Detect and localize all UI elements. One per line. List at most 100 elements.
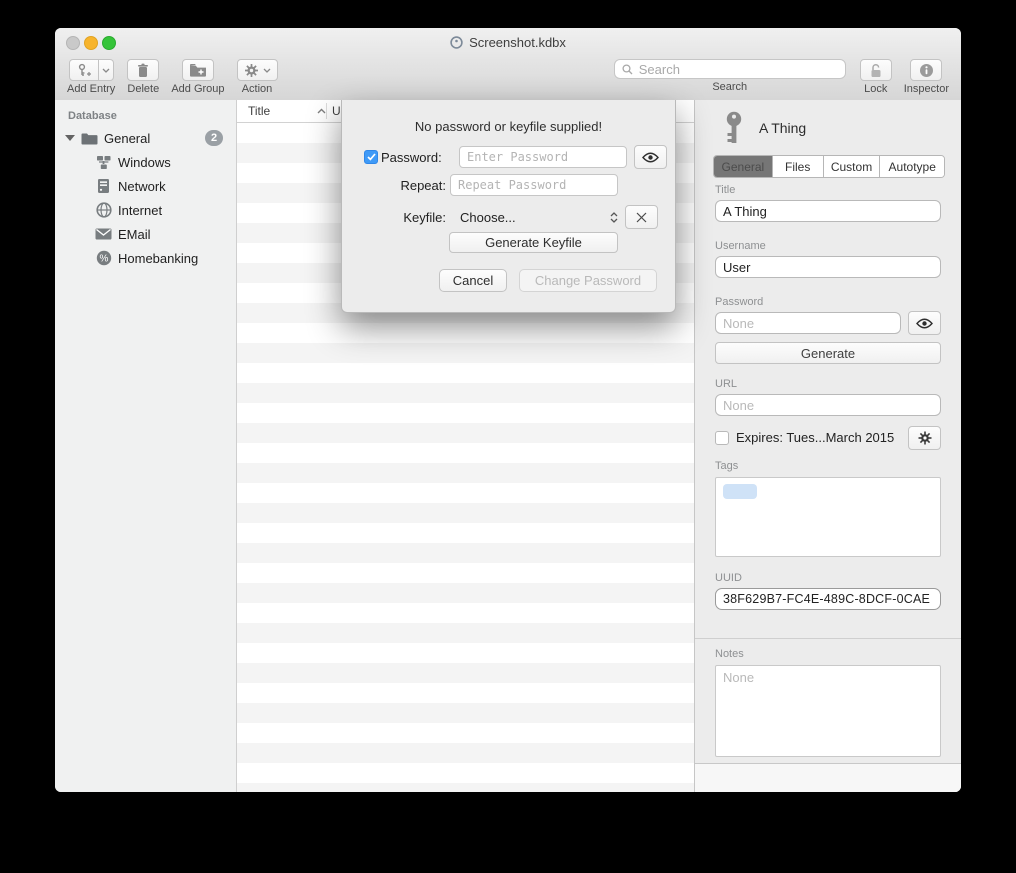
key-plus-icon <box>76 63 92 78</box>
tab-general[interactable]: General <box>714 156 773 177</box>
envelope-icon <box>95 226 112 243</box>
folder-icon <box>81 130 98 147</box>
dialog-show-password-button[interactable] <box>634 145 667 169</box>
tab-custom[interactable]: Custom <box>824 156 881 177</box>
dialog-repeat-label: Repeat: <box>342 178 446 193</box>
uuid-field[interactable] <box>715 588 941 610</box>
sidebar-item-label: Windows <box>118 155 171 170</box>
lock-button[interactable] <box>860 59 892 81</box>
globe-icon <box>95 202 112 219</box>
document-icon <box>450 36 463 49</box>
password-checkbox[interactable] <box>364 150 378 164</box>
inspector-toggle-group: Inspector <box>904 56 949 95</box>
title-field-label: Title <box>715 184 735 196</box>
dialog-repeat-input[interactable] <box>450 174 618 196</box>
gear-icon <box>244 63 259 78</box>
search-input[interactable] <box>637 61 838 78</box>
generate-password-button[interactable]: Generate <box>715 342 941 364</box>
expires-row: Expires: Tues...March 2015 <box>715 430 894 445</box>
lock-label: Lock <box>864 83 887 95</box>
titlebar[interactable]: Screenshot.kdbx <box>55 28 961 56</box>
tags-label: Tags <box>715 460 738 472</box>
toolbar: Add Entry Delete Add Group <box>55 56 961 100</box>
svg-text:%: % <box>99 253 108 264</box>
app-window: Screenshot.kdbx Add Ent <box>55 28 961 792</box>
tab-files[interactable]: Files <box>773 156 824 177</box>
window-title: Screenshot.kdbx <box>469 35 566 50</box>
clear-keyfile-button[interactable] <box>625 205 658 229</box>
search-field[interactable] <box>614 59 846 79</box>
inspector-footer <box>695 763 961 792</box>
sort-ascending-icon <box>317 108 326 114</box>
cancel-button[interactable]: Cancel <box>439 269 507 292</box>
url-field[interactable] <box>715 394 941 416</box>
key-icon <box>723 111 745 145</box>
inspector-tabs: General Files Custom Autotype <box>713 155 945 178</box>
close-x-icon <box>636 212 647 223</box>
sidebar-item-label: EMail <box>118 227 151 242</box>
show-password-button[interactable] <box>908 311 941 335</box>
expires-settings-button[interactable] <box>908 426 941 450</box>
expires-checkbox[interactable] <box>715 431 729 445</box>
sidebar-item-internet[interactable]: Internet <box>55 198 236 222</box>
column-header-title[interactable]: Title <box>237 104 326 118</box>
sidebar-item-label: Homebanking <box>118 251 198 266</box>
url-field-label: URL <box>715 378 737 390</box>
server-icon <box>95 178 112 195</box>
expires-label: Expires: Tues...March 2015 <box>736 430 894 445</box>
search-label: Search <box>712 81 747 93</box>
windows-network-icon <box>95 154 112 171</box>
tags-box[interactable] <box>715 477 941 557</box>
dialog-password-label: Password: <box>381 150 457 165</box>
search-icon <box>622 64 633 75</box>
sidebar-item-homebanking[interactable]: % Homebanking <box>55 246 236 270</box>
sidebar-item-general[interactable]: General 2 <box>55 126 236 150</box>
add-entry-button[interactable] <box>69 59 99 81</box>
add-group-button[interactable] <box>182 59 214 81</box>
notes-field[interactable] <box>715 665 941 757</box>
generate-keyfile-button[interactable]: Generate Keyfile <box>449 232 618 253</box>
sidebar-item-email[interactable]: EMail <box>55 222 236 246</box>
sidebar-item-network[interactable]: Network <box>55 174 236 198</box>
dialog-password-input[interactable] <box>459 146 627 168</box>
password-field-label: Password <box>715 296 763 308</box>
keyfile-popup[interactable]: Choose... <box>460 210 618 225</box>
inspector-button[interactable] <box>910 59 942 81</box>
tag-pill[interactable] <box>723 484 757 499</box>
chevron-down-icon <box>102 68 110 73</box>
entry-header: A Thing <box>723 110 806 146</box>
sidebar: Database General 2 Windows Network <box>55 100 237 792</box>
lock-group: Lock <box>860 56 892 95</box>
sidebar-item-windows[interactable]: Windows <box>55 150 236 174</box>
sidebar-item-label: Internet <box>118 203 162 218</box>
percent-icon: % <box>95 250 112 267</box>
password-field[interactable] <box>715 312 901 334</box>
unlock-icon <box>869 63 883 78</box>
action-group: Action <box>237 56 278 95</box>
eye-icon <box>642 152 659 163</box>
eye-icon <box>916 318 933 329</box>
title-field[interactable] <box>715 200 941 222</box>
keyfile-popup-value: Choose... <box>460 210 516 225</box>
username-field[interactable] <box>715 256 941 278</box>
tab-autotype[interactable]: Autotype <box>880 156 944 177</box>
sidebar-item-label: Network <box>118 179 166 194</box>
entry-count-badge: 2 <box>205 130 223 146</box>
sidebar-section-header: Database <box>55 100 236 126</box>
add-group-group: Add Group <box>171 56 224 95</box>
window-chrome: Screenshot.kdbx Add Ent <box>55 28 961 101</box>
delete-button[interactable] <box>127 59 159 81</box>
change-password-button[interactable]: Change Password <box>519 269 657 292</box>
delete-label: Delete <box>127 83 159 95</box>
dialog-keyfile-label: Keyfile: <box>342 210 446 225</box>
uuid-label: UUID <box>715 572 742 584</box>
disclosure-triangle-icon[interactable] <box>65 135 75 141</box>
add-group-label: Add Group <box>171 83 224 95</box>
add-entry-dropdown[interactable] <box>99 59 114 81</box>
action-button[interactable] <box>237 59 278 81</box>
add-entry-group: Add Entry <box>67 56 115 95</box>
inspector-label: Inspector <box>904 83 949 95</box>
stepper-icon <box>610 212 618 223</box>
column-header-username[interactable]: U <box>327 104 341 118</box>
column-title-label: Title <box>248 104 270 118</box>
